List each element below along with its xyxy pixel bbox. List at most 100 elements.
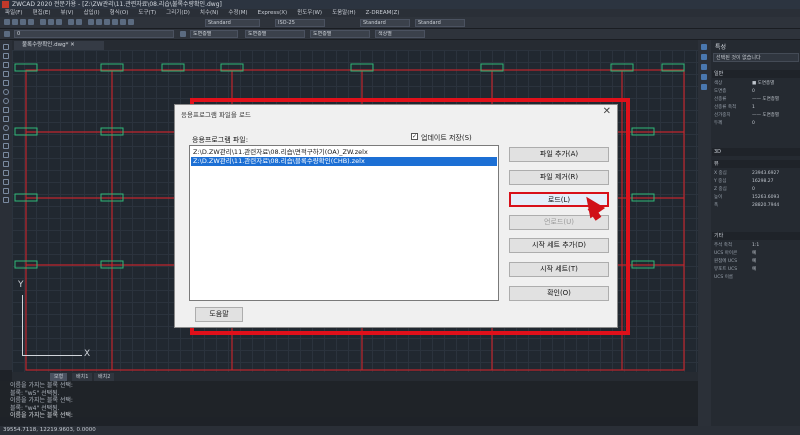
section-general[interactable]: 일반 (712, 70, 800, 78)
insert-block-icon[interactable] (3, 134, 9, 140)
section-view[interactable]: 뷰 (712, 160, 800, 168)
prop-value[interactable]: 0 (752, 120, 755, 127)
polygon-icon[interactable] (3, 71, 9, 77)
menu-edit[interactable]: 편집(E) (28, 9, 56, 17)
prop-value[interactable]: —— 도면층별 (752, 96, 779, 103)
list-item[interactable]: Z:\D.ZW관리\11.관련자료\08.리습\블록수량확인(CHB).zelx (191, 157, 497, 166)
undo-icon[interactable] (68, 19, 74, 25)
menu-view[interactable]: 뷰(V) (55, 9, 78, 17)
paste-icon[interactable] (56, 19, 62, 25)
quick-select-icon[interactable] (701, 84, 707, 90)
section-3d[interactable]: 3D (712, 148, 800, 156)
close-tab-icon[interactable]: ✕ (70, 42, 75, 48)
mtext-icon[interactable] (3, 197, 9, 203)
help-icon[interactable] (128, 19, 134, 25)
file-list[interactable]: Z:\D.ZW관리\11.관련자료\08.리습\면적구하기(OA)_ZW.zel… (189, 145, 499, 301)
menu-express[interactable]: Express(X) (253, 9, 293, 17)
properties-icon[interactable] (112, 19, 118, 25)
plot-style-select[interactable]: 색상별 (375, 30, 425, 38)
text-style-select[interactable]: Standard (205, 19, 260, 27)
xline-icon[interactable] (3, 53, 9, 59)
menu-zdream[interactable]: Z-DREAM(Z) (361, 9, 405, 17)
polyline-icon[interactable] (3, 62, 9, 68)
prop-value[interactable]: 1 (752, 104, 755, 111)
save-icon[interactable] (20, 19, 26, 25)
print-icon[interactable] (28, 19, 34, 25)
region-icon[interactable] (3, 179, 9, 185)
menu-modify[interactable]: 수정(M) (223, 9, 252, 17)
prop-value[interactable]: 예 (752, 250, 756, 257)
table-icon[interactable] (3, 188, 9, 194)
point-icon[interactable] (3, 152, 9, 158)
make-block-icon[interactable] (3, 143, 9, 149)
lineweight-select[interactable]: 도면층별 (310, 30, 370, 38)
new-icon[interactable] (4, 19, 10, 25)
arc-icon[interactable] (3, 89, 9, 95)
gradient-icon[interactable] (3, 170, 9, 176)
add-file-button[interactable]: 파일 추가(A) (509, 147, 609, 162)
tab-layout2[interactable]: 배치2 (94, 373, 115, 381)
selection-select[interactable]: 선택된 것이 없습니다 (713, 53, 799, 62)
list-item[interactable]: Z:\D.ZW관리\11.관련자료\08.리습\면적구하기(OA)_ZW.zel… (191, 148, 497, 157)
prop-value[interactable]: 0 (752, 88, 755, 95)
menu-tools[interactable]: 도구(T) (133, 9, 161, 17)
design-center-icon[interactable] (120, 19, 126, 25)
copy-icon[interactable] (48, 19, 54, 25)
multileader-style-select[interactable]: Standard (415, 19, 465, 27)
layer-palette-icon[interactable] (701, 54, 707, 60)
prop-value[interactable]: —— 도면층별 (752, 112, 779, 119)
pan-icon[interactable] (88, 19, 94, 25)
prop-value[interactable]: 예 (752, 258, 756, 265)
remove-file-button[interactable]: 파일 제거(R) (509, 170, 609, 185)
zoom-window-icon[interactable] (104, 19, 110, 25)
close-icon[interactable]: ✕ (603, 106, 611, 117)
design-center-palette-icon[interactable] (701, 64, 707, 70)
circle-icon[interactable] (3, 98, 9, 104)
help-button[interactable]: 도움말 (195, 307, 243, 322)
startup-suite-button[interactable]: 시작 세트(T) (509, 262, 609, 277)
prop-key: X 중심 (714, 171, 727, 176)
dim-style-select[interactable]: ISO-25 (275, 19, 325, 27)
properties-title: 특성 (715, 44, 727, 51)
save-update-checkbox[interactable]: ✓ (411, 133, 418, 140)
layer-manager-icon[interactable] (4, 31, 10, 37)
zoom-icon[interactable] (96, 19, 102, 25)
tab-model[interactable]: 모형 (50, 373, 68, 381)
linetype-select[interactable]: 도면층별 (245, 30, 305, 38)
color-by-layer-select[interactable]: 도면층별 (190, 30, 238, 38)
status-bar: 39554.7118, 12219.9603, 0.0000 (0, 426, 800, 435)
command-input[interactable]: 이름을 가지는 블록 선택: (10, 412, 698, 420)
ok-button[interactable]: 확인(O) (509, 286, 609, 301)
ellipse-icon[interactable] (3, 125, 9, 131)
prop-value[interactable]: 1:1 (752, 242, 759, 249)
spline-icon[interactable] (3, 116, 9, 122)
menu-draw[interactable]: 그리기(D) (161, 9, 195, 17)
menu-file[interactable]: 파일(F) (0, 9, 28, 17)
menu-bar: 파일(F) 편집(E) 뷰(V) 삽입(I) 형식(O) 도구(T) 그리기(D) 치수(N)… (0, 9, 800, 17)
table-style-select[interactable]: Standard (360, 19, 410, 27)
redo-icon[interactable] (76, 19, 82, 25)
layer-select[interactable]: 0 (14, 30, 174, 38)
draw-toolbar (0, 40, 12, 370)
document-tab[interactable]: 불록수량확인.dwg* ✕ (14, 41, 104, 50)
make-current-icon[interactable] (180, 31, 186, 37)
tab-layout1[interactable]: 배치1 (72, 373, 93, 381)
menu-help[interactable]: 도움말(H) (327, 9, 361, 17)
section-misc[interactable]: 기타 (712, 232, 800, 240)
hatch-icon[interactable] (3, 161, 9, 167)
prop-row: X 중심 23943.6927 (712, 170, 800, 177)
tool-palette-icon[interactable] (701, 74, 707, 80)
revcloud-icon[interactable] (3, 107, 9, 113)
prop-value[interactable]: ■ 도면층별 (752, 80, 774, 87)
add-startup-button[interactable]: 시작 세트 추가(D) (509, 238, 609, 253)
cut-icon[interactable] (40, 19, 46, 25)
menu-dimension[interactable]: 치수(N) (195, 9, 224, 17)
line-icon[interactable] (3, 44, 9, 50)
properties-palette-icon[interactable] (701, 44, 707, 50)
prop-value[interactable]: 예 (752, 266, 756, 273)
menu-format[interactable]: 형식(O) (105, 9, 134, 17)
menu-window[interactable]: 윈도우(W) (292, 9, 327, 17)
rectangle-icon[interactable] (3, 80, 9, 86)
menu-insert[interactable]: 삽입(I) (79, 9, 105, 17)
open-icon[interactable] (12, 19, 18, 25)
